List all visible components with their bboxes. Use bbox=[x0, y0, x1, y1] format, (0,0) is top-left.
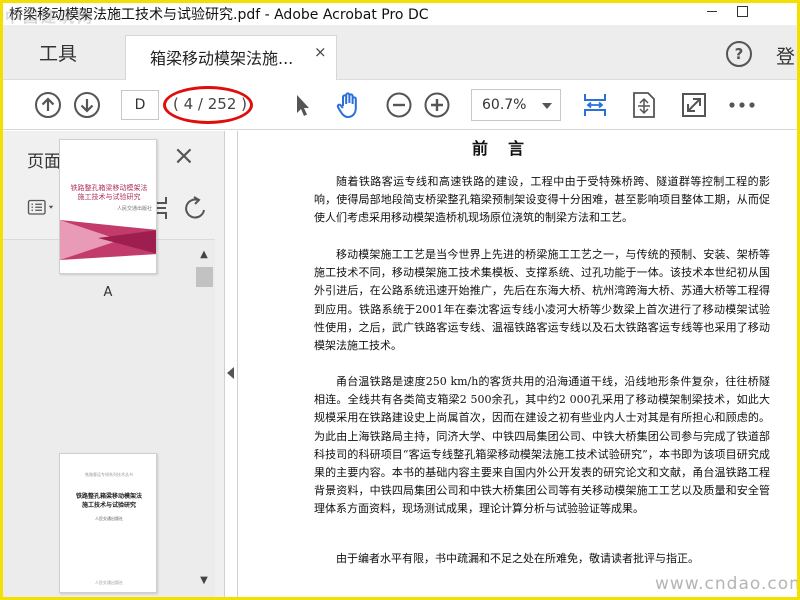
tab-close-icon[interactable]: × bbox=[314, 43, 327, 61]
hand-tool-icon[interactable] bbox=[334, 90, 364, 120]
page-number-input[interactable]: D bbox=[121, 90, 159, 120]
zoom-select[interactable]: 60.7% bbox=[471, 89, 561, 121]
app-window: 桥梁移动模架法施工技术与试验研究.pdf - Adobe Acrobat Pro… bbox=[0, 0, 800, 600]
help-icon[interactable]: ? bbox=[726, 41, 752, 67]
document-page: 前言 随着铁路客运专线和高速铁路的建设，工程中由于受特殊桥跨、隧道群等控制工程的… bbox=[237, 131, 797, 597]
thumb2-footer: 人民交通出版社 bbox=[95, 580, 123, 585]
paragraph: 移动模架施工工艺是当今世界上先进的桥梁施工工艺之一，与传统的预制、安装、架桥等施… bbox=[314, 248, 770, 353]
watermark-top-left: 中国建筑网 bbox=[5, 8, 96, 26]
zoom-value: 60.7% bbox=[482, 97, 527, 113]
zoom-out-icon[interactable] bbox=[384, 90, 414, 120]
paragraph: 甬台温铁路是速度250 km/h的客货共用的沿海通道干线，沿线地形条件复杂，往往… bbox=[314, 375, 770, 516]
thumbnail-page-2[interactable]: 铁路客运专线系列技术丛书 铁路整孔箱梁移动模架法 施工技术与试验研究 人民交通出… bbox=[59, 453, 157, 593]
thumbnail-label: A bbox=[103, 285, 113, 300]
scroll-up-arrow[interactable]: ▲ bbox=[194, 249, 214, 263]
rotate-icon[interactable] bbox=[181, 193, 211, 223]
close-icon[interactable]: × bbox=[173, 141, 195, 171]
thumb2-header: 铁路客运专线系列技术丛书 bbox=[85, 472, 133, 477]
scroll-down-arrow[interactable]: ▼ bbox=[194, 575, 214, 589]
thumb2-title: 铁路整孔箱梁移动模架法 施工技术与试验研究 bbox=[75, 493, 142, 509]
tab-document-label: 箱梁移动模架法施... bbox=[150, 49, 294, 68]
scrollbar-thumb[interactable] bbox=[196, 267, 213, 287]
fullscreen-icon[interactable] bbox=[679, 90, 709, 120]
main-toolbar: D ( 4 / 252 ) 60.7% bbox=[3, 80, 797, 130]
login-button[interactable]: 登 bbox=[776, 42, 795, 69]
thumbnail-options-icon[interactable] bbox=[27, 193, 57, 223]
thumbnail-page-a[interactable]: 铁路整孔箱梁移动模架法 施工技术与试验研究 人民交通出版社 bbox=[59, 139, 157, 274]
annotation-ellipse bbox=[163, 86, 253, 124]
tab-document[interactable]: 箱梁移动模架法施... × bbox=[125, 35, 337, 81]
chevron-down-icon bbox=[542, 103, 552, 109]
zoom-in-icon[interactable] bbox=[422, 90, 452, 120]
thumb-cover-publisher: 人民交通出版社 bbox=[116, 206, 152, 212]
watermark-bottom-right: www.cndao.com bbox=[655, 574, 800, 594]
maximize-button[interactable] bbox=[725, 3, 765, 25]
paragraph: 由于编者水平有限，书中疏漏和不足之处在所难免，敬请读者批评与指正。 bbox=[336, 552, 699, 565]
collapse-panel-arrow[interactable] bbox=[227, 367, 234, 379]
document-viewport[interactable]: 前言 随着铁路客运专线和高速铁路的建设，工程中由于受特殊桥跨、隧道群等控制工程的… bbox=[237, 131, 797, 597]
fit-width-icon[interactable] bbox=[580, 90, 610, 120]
thumb-cover-title: 铁路整孔箱梁移动模架法 施工技术与试验研究 bbox=[70, 184, 148, 201]
title-bar: 桥梁移动模架法施工技术与试验研究.pdf - Adobe Acrobat Pro… bbox=[3, 3, 797, 25]
tab-tools[interactable]: 工具 bbox=[3, 25, 113, 80]
prev-page-icon[interactable] bbox=[33, 90, 63, 120]
next-page-icon[interactable] bbox=[72, 90, 102, 120]
cover-graphic bbox=[60, 220, 156, 260]
more-icon[interactable] bbox=[727, 90, 757, 120]
thumb2-publisher: 人民交通出版社 bbox=[95, 516, 123, 521]
paragraph: 随着铁路客运专线和高速铁路的建设，工程中由于受特殊桥跨、隧道群等控制工程的影响，… bbox=[314, 175, 770, 225]
scroll-mode-icon[interactable] bbox=[629, 90, 659, 120]
page-heading: 前言 bbox=[471, 139, 544, 158]
select-cursor-icon[interactable] bbox=[287, 90, 317, 120]
tab-bar: 工具 箱梁移动模架法施... × ? 登 bbox=[3, 25, 797, 81]
